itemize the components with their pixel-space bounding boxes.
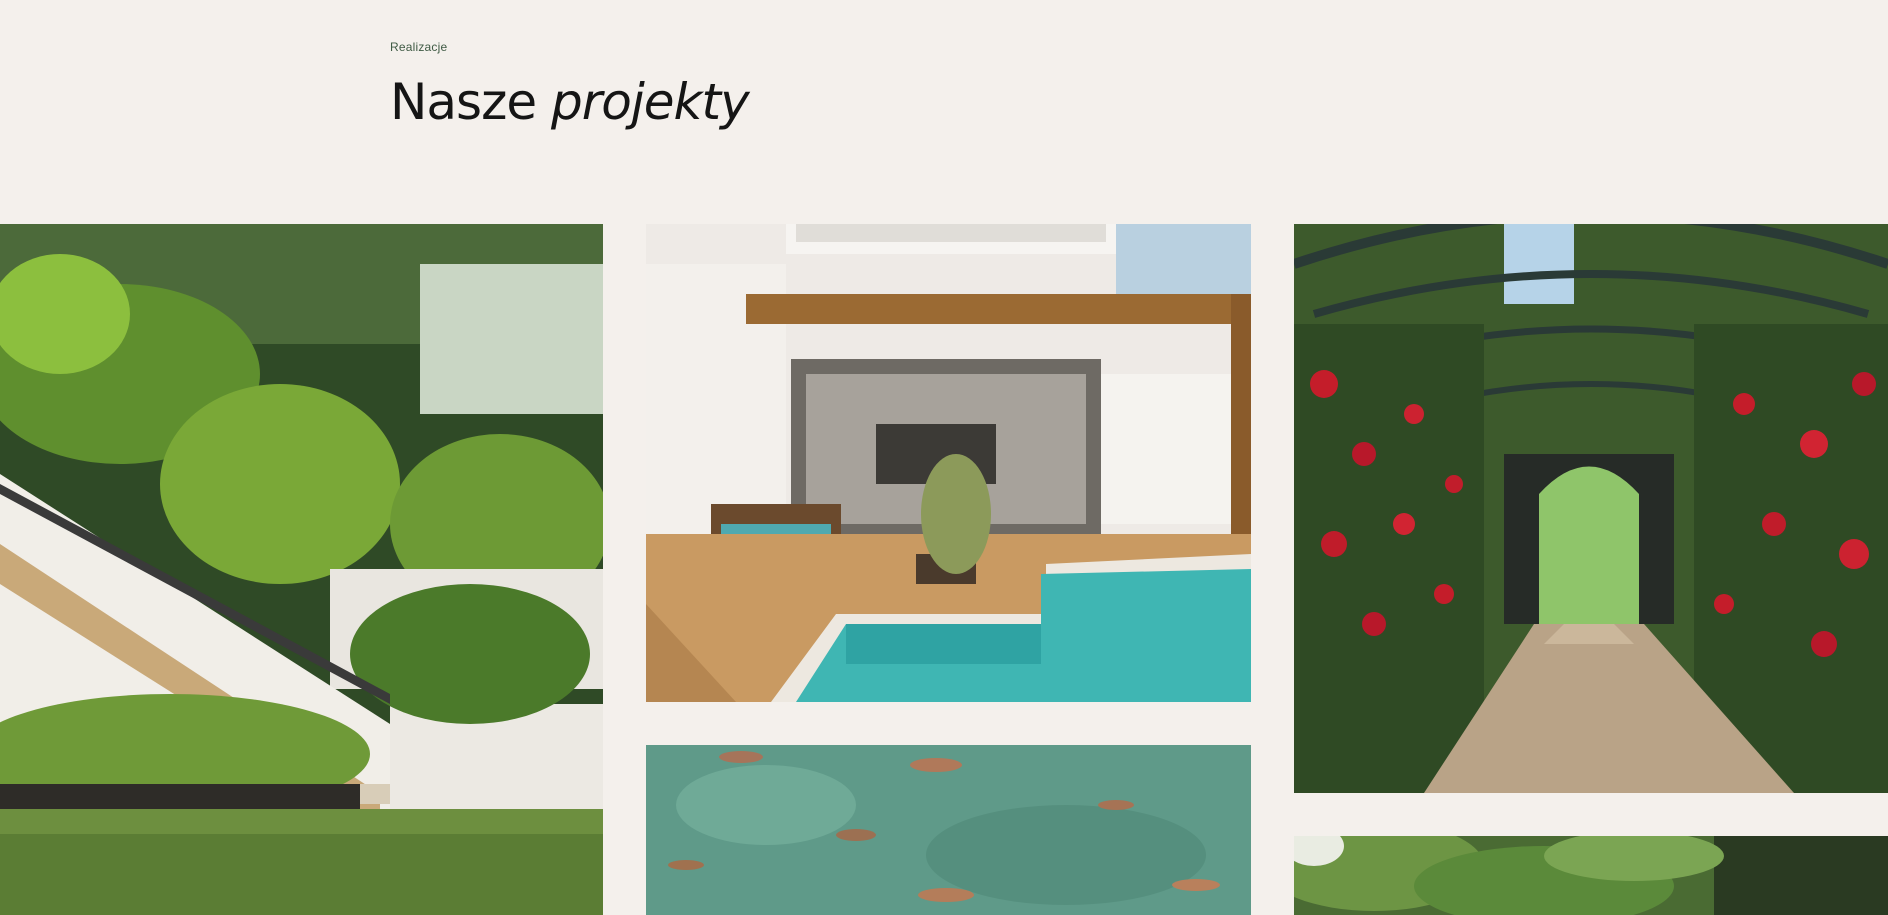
project-image-pool-terrace[interactable] <box>646 224 1251 702</box>
section-title: Nasze projekty <box>390 70 750 134</box>
projects-section: Realizacje Nasze projekty <box>0 0 1888 915</box>
tropical-foliage-illustration <box>1294 836 1888 915</box>
section-title-italic: projekty <box>551 73 750 131</box>
project-image-tropical-stairs[interactable] <box>0 224 603 915</box>
koi-pond-illustration <box>646 745 1251 915</box>
section-title-regular: Nasze <box>390 73 537 131</box>
rose-arch-illustration <box>1294 224 1888 793</box>
tropical-stairs-illustration <box>0 224 603 915</box>
pool-terrace-illustration <box>646 224 1251 702</box>
project-image-koi-pond[interactable] <box>646 745 1251 915</box>
section-eyebrow: Realizacje <box>390 40 448 54</box>
project-image-tropical-foliage[interactable] <box>1294 836 1888 915</box>
project-image-rose-arch[interactable] <box>1294 224 1888 793</box>
